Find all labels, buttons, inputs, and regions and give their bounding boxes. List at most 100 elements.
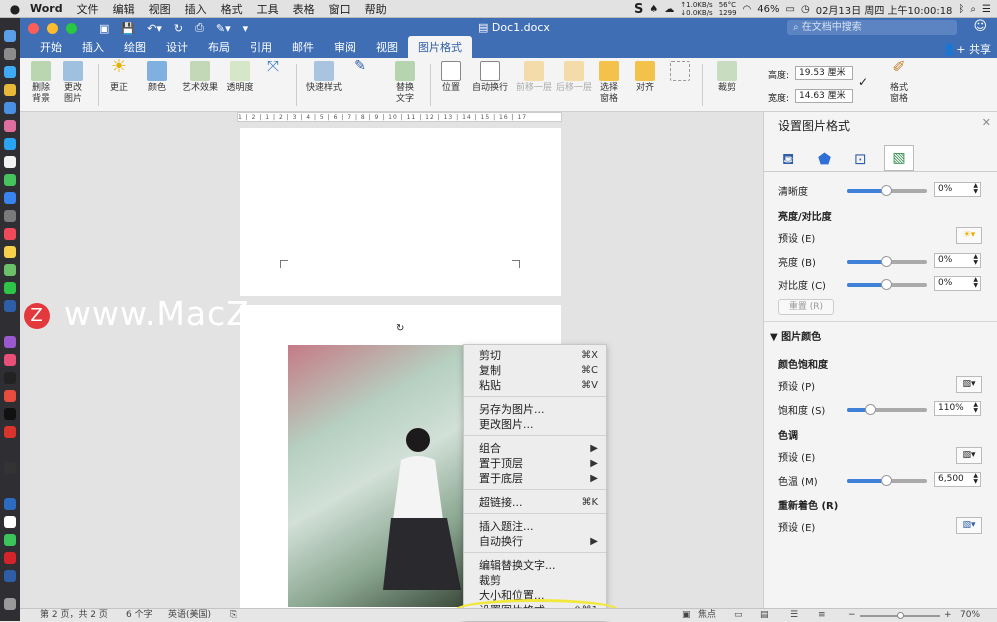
- page-count[interactable]: 第 2 页，共 2 页: [40, 609, 108, 622]
- reset-button[interactable]: 重置 (R): [778, 299, 834, 315]
- wechat-icon[interactable]: [4, 282, 16, 294]
- tab-review[interactable]: 审阅: [324, 39, 366, 58]
- menu-tools[interactable]: 工具: [257, 1, 279, 17]
- tab-view[interactable]: 视图: [366, 39, 408, 58]
- print-layout-icon[interactable]: ▭: [734, 609, 743, 622]
- control-center-icon[interactable]: ☰: [982, 4, 991, 15]
- cloud-icon[interactable]: ☁: [664, 4, 674, 15]
- position-button[interactable]: 位置: [438, 61, 464, 94]
- slider-knob[interactable]: [865, 404, 876, 415]
- contrast-input[interactable]: 0% ▲ ▼: [934, 276, 981, 291]
- bring-forward-button[interactable]: 前移一层: [514, 61, 554, 94]
- netease-icon[interactable]: [4, 552, 16, 564]
- menu-item-hyperlink[interactable]: 超链接... ⌘K: [479, 495, 598, 510]
- qq-icon[interactable]: [4, 138, 16, 150]
- contrast-slider[interactable]: [847, 279, 927, 290]
- close-window-button[interactable]: [28, 22, 39, 34]
- spinner-icon[interactable]: ▲ ▼: [973, 183, 978, 195]
- zoom-slider[interactable]: [860, 612, 940, 619]
- rotate-handle-icon[interactable]: ↻: [396, 323, 404, 334]
- feedback-smiley-icon[interactable]: ☺: [973, 19, 987, 34]
- transparency-button[interactable]: 透明度: [225, 61, 255, 94]
- minimize-window-button[interactable]: [47, 22, 58, 34]
- selection-pane-button[interactable]: 选择 窗格: [596, 61, 622, 105]
- tab-design[interactable]: 设计: [156, 39, 198, 58]
- color-button[interactable]: 颜色: [144, 61, 170, 94]
- calendar-icon[interactable]: [4, 156, 16, 168]
- slider-knob[interactable]: [881, 256, 892, 267]
- artistic-effects-button[interactable]: 艺术效果: [180, 61, 220, 94]
- picture-tab-icon[interactable]: ▧: [884, 145, 914, 171]
- menu-item-wrap-text[interactable]: 自动换行 ▶: [479, 534, 598, 549]
- word-doc-icon[interactable]: [4, 570, 16, 582]
- maps-icon[interactable]: [4, 264, 16, 276]
- send-backward-button[interactable]: 后移一层: [554, 61, 594, 94]
- slider-knob[interactable]: [881, 475, 892, 486]
- menu-table[interactable]: 表格: [293, 1, 315, 17]
- menu-item-send-to-back[interactable]: 置于底层 ▶: [479, 471, 598, 486]
- podcast-icon[interactable]: [4, 336, 16, 348]
- zoom-slider-knob[interactable]: [897, 612, 904, 619]
- effects-tab-icon[interactable]: ⬟: [818, 150, 831, 168]
- crop-button[interactable]: 裁剪: [712, 61, 742, 94]
- spinner-icon[interactable]: ▲ ▼: [973, 473, 978, 485]
- trash-icon[interactable]: [4, 598, 16, 610]
- menu-item-group[interactable]: 组合 ▶: [479, 441, 598, 456]
- tab-mailings[interactable]: 邮件: [282, 39, 324, 58]
- brightness-preset-dropdown[interactable]: ☀▾: [956, 227, 982, 244]
- menu-view[interactable]: 视图: [149, 1, 171, 17]
- tab-insert[interactable]: 插入: [72, 39, 114, 58]
- align-button[interactable]: 对齐: [630, 61, 660, 94]
- music-icon[interactable]: [4, 228, 16, 240]
- itunes-icon[interactable]: [4, 354, 16, 366]
- wrap-text-button[interactable]: 自动换行: [470, 61, 510, 94]
- menu-window[interactable]: 窗口: [329, 1, 351, 17]
- menu-item-insert-caption[interactable]: 插入题注...: [479, 519, 598, 534]
- sharpness-input[interactable]: 0% ▲ ▼: [934, 182, 981, 197]
- edit-icon[interactable]: ✎▾: [216, 22, 231, 35]
- launchpad-icon[interactable]: [4, 48, 16, 60]
- change-picture-button[interactable]: 更改 图片: [60, 61, 86, 105]
- tab-home[interactable]: 开始: [30, 39, 72, 58]
- zoom-window-button[interactable]: [66, 22, 77, 34]
- spotlight-icon[interactable]: ⌕: [970, 4, 976, 15]
- menu-item-save-as-picture[interactable]: 另存为图片...: [479, 402, 598, 417]
- save-icon[interactable]: 💾: [121, 22, 135, 35]
- saturation-slider[interactable]: [847, 404, 927, 415]
- sharpness-slider[interactable]: [847, 185, 927, 196]
- spinner-icon[interactable]: ▲ ▼: [973, 402, 978, 414]
- notes-icon[interactable]: [4, 246, 16, 258]
- slider-knob[interactable]: [881, 185, 892, 196]
- search-input[interactable]: ⌕ 在文档中搜索: [787, 20, 957, 35]
- remove-background-button[interactable]: 删除 背景: [28, 61, 54, 105]
- compress-pictures-button[interactable]: ⤧: [263, 59, 283, 83]
- picture-color-header[interactable]: ▼ 图片颜色: [770, 328, 821, 343]
- brightness-slider[interactable]: [847, 256, 927, 267]
- mail-icon[interactable]: [4, 102, 16, 114]
- language-indicator[interactable]: 英语(美国): [168, 609, 211, 622]
- menu-item-copy[interactable]: 复制 ⌘C: [479, 363, 598, 378]
- fill-line-tab-icon[interactable]: ⛾: [782, 150, 794, 170]
- focus-icon[interactable]: ▣: [682, 609, 691, 622]
- menu-item-paste[interactable]: 粘贴 ⌘V: [479, 378, 598, 393]
- tab-references[interactable]: 引用: [240, 39, 282, 58]
- recolor-preset-dropdown[interactable]: ▧▾: [956, 517, 982, 534]
- draft-view-icon[interactable]: ≡: [818, 609, 826, 622]
- s-app-icon[interactable]: S: [634, 2, 643, 17]
- outline-view-icon[interactable]: ☰: [790, 609, 798, 622]
- menu-item-bring-to-front[interactable]: 置于顶层 ▶: [479, 456, 598, 471]
- page-1[interactable]: [240, 128, 561, 296]
- quick-styles-button[interactable]: 快速样式: [306, 61, 342, 94]
- bluetooth-icon[interactable]: ᛒ: [958, 4, 964, 15]
- web-layout-icon[interactable]: ▤: [760, 609, 769, 622]
- battery-icon[interactable]: ▭: [786, 4, 795, 15]
- browser-icon[interactable]: [4, 390, 16, 402]
- video-icon[interactable]: [4, 372, 16, 384]
- menubar-datetime[interactable]: 02月13日 周四 上午10:00:18: [816, 2, 953, 17]
- corrections-button[interactable]: ☀ 更正: [106, 58, 132, 94]
- wifi-icon[interactable]: ◠: [743, 4, 752, 15]
- app-icon-green[interactable]: [4, 534, 16, 546]
- picture-border-button[interactable]: ✎: [350, 59, 370, 83]
- zoom-out-icon[interactable]: −: [848, 609, 856, 622]
- appstore-icon[interactable]: [4, 192, 16, 204]
